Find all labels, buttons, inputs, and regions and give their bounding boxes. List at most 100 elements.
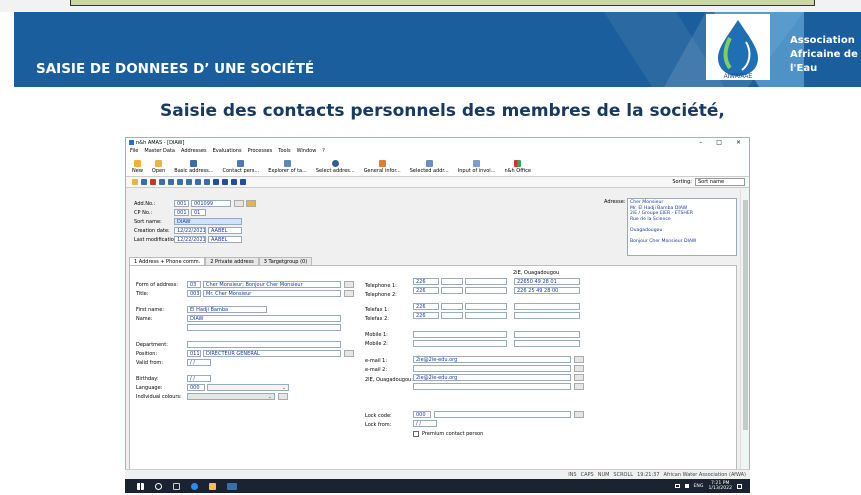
cp-no-field-2[interactable]: 01 bbox=[191, 209, 206, 216]
menu-master-data[interactable]: Master Data bbox=[144, 148, 175, 154]
cut-icon[interactable] bbox=[177, 179, 183, 185]
basic-address-button[interactable]: Basic address... bbox=[174, 160, 214, 174]
scrollbar-thumb[interactable] bbox=[743, 200, 748, 430]
telephone2-field[interactable]: 226 25 49 28 00 bbox=[514, 287, 580, 294]
menu-tools[interactable]: Tools bbox=[278, 148, 290, 154]
cp-no-field-1[interactable]: 001 bbox=[174, 209, 189, 216]
title-lookup-button[interactable] bbox=[344, 290, 354, 297]
lock-code-lookup-button[interactable] bbox=[574, 411, 584, 418]
language-indicator[interactable]: ENG bbox=[694, 484, 704, 489]
birthday-field[interactable]: / / bbox=[187, 375, 211, 382]
first-record-icon[interactable] bbox=[213, 179, 219, 185]
print-icon[interactable] bbox=[159, 179, 165, 185]
email1-field[interactable]: 2ie@2ie-edu.org bbox=[413, 356, 571, 363]
sorting-select[interactable]: Sort name bbox=[695, 178, 745, 186]
amas-app-icon[interactable] bbox=[227, 482, 237, 490]
mobile2-field[interactable] bbox=[514, 340, 580, 347]
menu-help[interactable]: ? bbox=[322, 148, 325, 154]
previous-record-icon[interactable] bbox=[222, 179, 228, 185]
language-code-field[interactable]: 000 bbox=[187, 384, 205, 391]
lock-from-field[interactable]: / / bbox=[413, 420, 437, 427]
taskbar-clock[interactable]: 7:21 PM 1/13/2022 bbox=[708, 481, 732, 491]
address-preview-box[interactable]: Cher Monsieur Mr. El Hadji Bamba DIAW 2i… bbox=[627, 198, 737, 256]
creation-user-field[interactable]: AABEL bbox=[208, 227, 242, 234]
selected-address-button[interactable]: Selected addr... bbox=[410, 160, 449, 174]
email2-field[interactable] bbox=[413, 365, 571, 372]
telephone1-area-field[interactable] bbox=[441, 278, 463, 285]
first-name-field[interactable]: El Hadji Bamba bbox=[187, 306, 267, 313]
telefax1-code-field[interactable]: 226 bbox=[413, 303, 439, 310]
creation-date-field[interactable]: 12/22/2021 bbox=[174, 227, 206, 234]
lock-reason-field[interactable] bbox=[434, 411, 571, 418]
edge-browser-icon[interactable] bbox=[191, 482, 198, 490]
name-extra-field[interactable] bbox=[187, 324, 341, 331]
position-lookup-button[interactable] bbox=[344, 350, 354, 357]
telefax1-field[interactable] bbox=[514, 303, 580, 310]
menu-evaluations[interactable]: Evaluations bbox=[213, 148, 242, 154]
email3-field[interactable]: 2ie@2ie-edu.org bbox=[413, 374, 571, 381]
paste-icon[interactable] bbox=[195, 179, 201, 185]
telefax2-local-field[interactable] bbox=[465, 312, 507, 319]
form-of-address-field[interactable]: Cher Monsieur; Bonjour Cher Monsieur bbox=[203, 281, 341, 288]
mobile1-number-field[interactable] bbox=[413, 331, 507, 338]
maximize-button[interactable]: □ bbox=[716, 139, 722, 146]
telefax2-area-field[interactable] bbox=[441, 312, 463, 319]
title-field[interactable]: Mr. Cher Monsieur bbox=[203, 290, 341, 297]
premium-contact-checkbox[interactable] bbox=[413, 431, 419, 437]
last-modification-date-field[interactable]: 12/22/2021 bbox=[174, 236, 206, 243]
email3-extra-field[interactable] bbox=[413, 383, 571, 390]
email3-extra-send-button[interactable] bbox=[574, 383, 584, 390]
last-modification-user-field[interactable]: AABEL bbox=[208, 236, 242, 243]
close-button[interactable]: × bbox=[736, 139, 741, 146]
valid-from-field[interactable]: / / bbox=[187, 359, 211, 366]
colours-picker-button[interactable] bbox=[278, 393, 288, 400]
next-record-icon[interactable] bbox=[231, 179, 237, 185]
copy-icon[interactable] bbox=[186, 179, 192, 185]
menu-addresses[interactable]: Addresses bbox=[181, 148, 207, 154]
mobile1-field[interactable] bbox=[514, 331, 580, 338]
task-view-icon[interactable] bbox=[173, 482, 180, 490]
delete-icon[interactable] bbox=[150, 179, 156, 185]
tab-address-phone[interactable]: 1 Address + Phone comm. bbox=[129, 257, 206, 265]
email2-send-button[interactable] bbox=[574, 365, 584, 372]
lookup-button[interactable] bbox=[234, 200, 244, 207]
general-info-button[interactable]: General infor... bbox=[364, 160, 401, 174]
telefax2-field[interactable] bbox=[514, 312, 580, 319]
telephone2-area-field[interactable] bbox=[441, 287, 463, 294]
email3-send-button[interactable] bbox=[574, 374, 584, 381]
position-field[interactable]: DIRECTEUR GENERAL bbox=[203, 350, 341, 357]
select-address-button[interactable]: Select addres... bbox=[316, 160, 355, 174]
telefax2-code-field[interactable]: 226 bbox=[413, 312, 439, 319]
menu-processes[interactable]: Processes bbox=[248, 148, 273, 154]
new-record-icon[interactable] bbox=[132, 179, 138, 185]
folder-icon[interactable] bbox=[246, 200, 256, 207]
notification-icon[interactable] bbox=[737, 483, 742, 489]
add-no-field-2[interactable]: 001099 bbox=[191, 200, 231, 207]
file-explorer-icon[interactable] bbox=[209, 482, 216, 490]
add-no-field-1[interactable]: 001 bbox=[174, 200, 189, 207]
save-icon[interactable] bbox=[141, 179, 147, 185]
form-of-address-code-field[interactable]: 03 bbox=[187, 281, 201, 288]
nh-office-button[interactable]: n&h Office bbox=[504, 160, 531, 174]
telefax1-local-field[interactable] bbox=[465, 303, 507, 310]
title-code-field[interactable]: 003 bbox=[187, 290, 201, 297]
telephone2-local-field[interactable] bbox=[465, 287, 507, 294]
position-code-field[interactable]: 011 bbox=[187, 350, 201, 357]
mobile2-number-field[interactable] bbox=[413, 340, 507, 347]
undo-icon[interactable] bbox=[204, 179, 210, 185]
individual-colours-select[interactable]: ⌄ bbox=[187, 393, 275, 400]
open-button[interactable]: Open bbox=[152, 160, 165, 174]
telefax1-area-field[interactable] bbox=[441, 303, 463, 310]
lock-code-field[interactable]: 000 bbox=[413, 411, 431, 418]
telephone1-local-field[interactable] bbox=[465, 278, 507, 285]
search-icon[interactable] bbox=[155, 482, 162, 490]
network-icon[interactable] bbox=[674, 484, 680, 488]
language-select[interactable]: ⌄ bbox=[207, 384, 289, 391]
tab-private-address[interactable]: 2 Private address bbox=[205, 257, 259, 265]
department-field[interactable] bbox=[187, 341, 341, 348]
minimize-button[interactable]: – bbox=[699, 139, 702, 146]
form-of-address-lookup-button[interactable] bbox=[344, 281, 354, 288]
search-icon[interactable] bbox=[168, 179, 174, 185]
telephone1-code-field[interactable]: 226 bbox=[413, 278, 439, 285]
tab-targetgroup[interactable]: 3 Targetgroup (0) bbox=[258, 257, 313, 265]
